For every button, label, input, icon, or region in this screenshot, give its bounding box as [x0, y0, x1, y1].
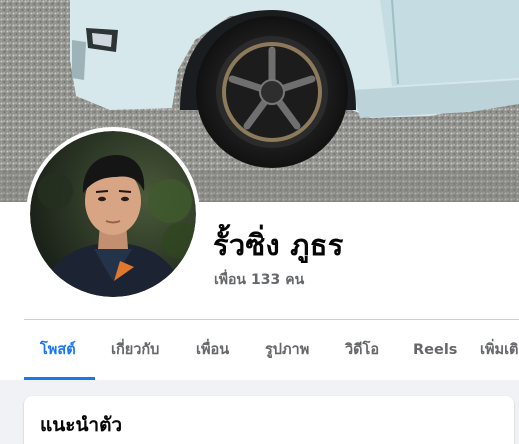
tab-about[interactable]: เกี่ยวกับ — [111, 320, 159, 380]
friends-count-number: 133 — [251, 272, 281, 288]
tab-more-label: เพิ่มเติม — [480, 342, 519, 358]
tab-videos[interactable]: วิดีโอ — [345, 320, 379, 380]
tab-posts-label: โพสต์ — [40, 342, 76, 358]
intro-card: แนะนำตัว — [24, 396, 514, 444]
tab-friends-label: เพื่อน — [196, 342, 230, 358]
friends-unit: คน — [285, 272, 305, 288]
tab-reels[interactable]: Reels — [413, 320, 457, 380]
tab-more[interactable]: เพิ่มเติม — [480, 320, 519, 380]
profile-tabs: โพสต์ เกี่ยวกับ เพื่อน รูปภาพ วิดีโอ Ree… — [24, 320, 519, 380]
tab-reels-label: Reels — [413, 342, 458, 358]
tab-about-label: เกี่ยวกับ — [111, 342, 160, 358]
tab-photos[interactable]: รูปภาพ — [265, 320, 309, 380]
tab-posts[interactable]: โพสต์ — [40, 320, 76, 380]
tab-friends[interactable]: เพื่อน — [196, 320, 229, 380]
friends-label: เพื่อน — [214, 272, 246, 288]
tab-videos-label: วิดีโอ — [345, 342, 380, 358]
tab-photos-label: รูปภาพ — [265, 342, 310, 358]
friends-count[interactable]: เพื่อน 133 คน — [214, 269, 309, 291]
intro-title: แนะนำตัว — [40, 414, 123, 436]
profile-name: รั้วซิ่ง ภูธร — [213, 228, 344, 262]
profile-photo — [30, 131, 196, 297]
avatar[interactable] — [26, 127, 200, 301]
